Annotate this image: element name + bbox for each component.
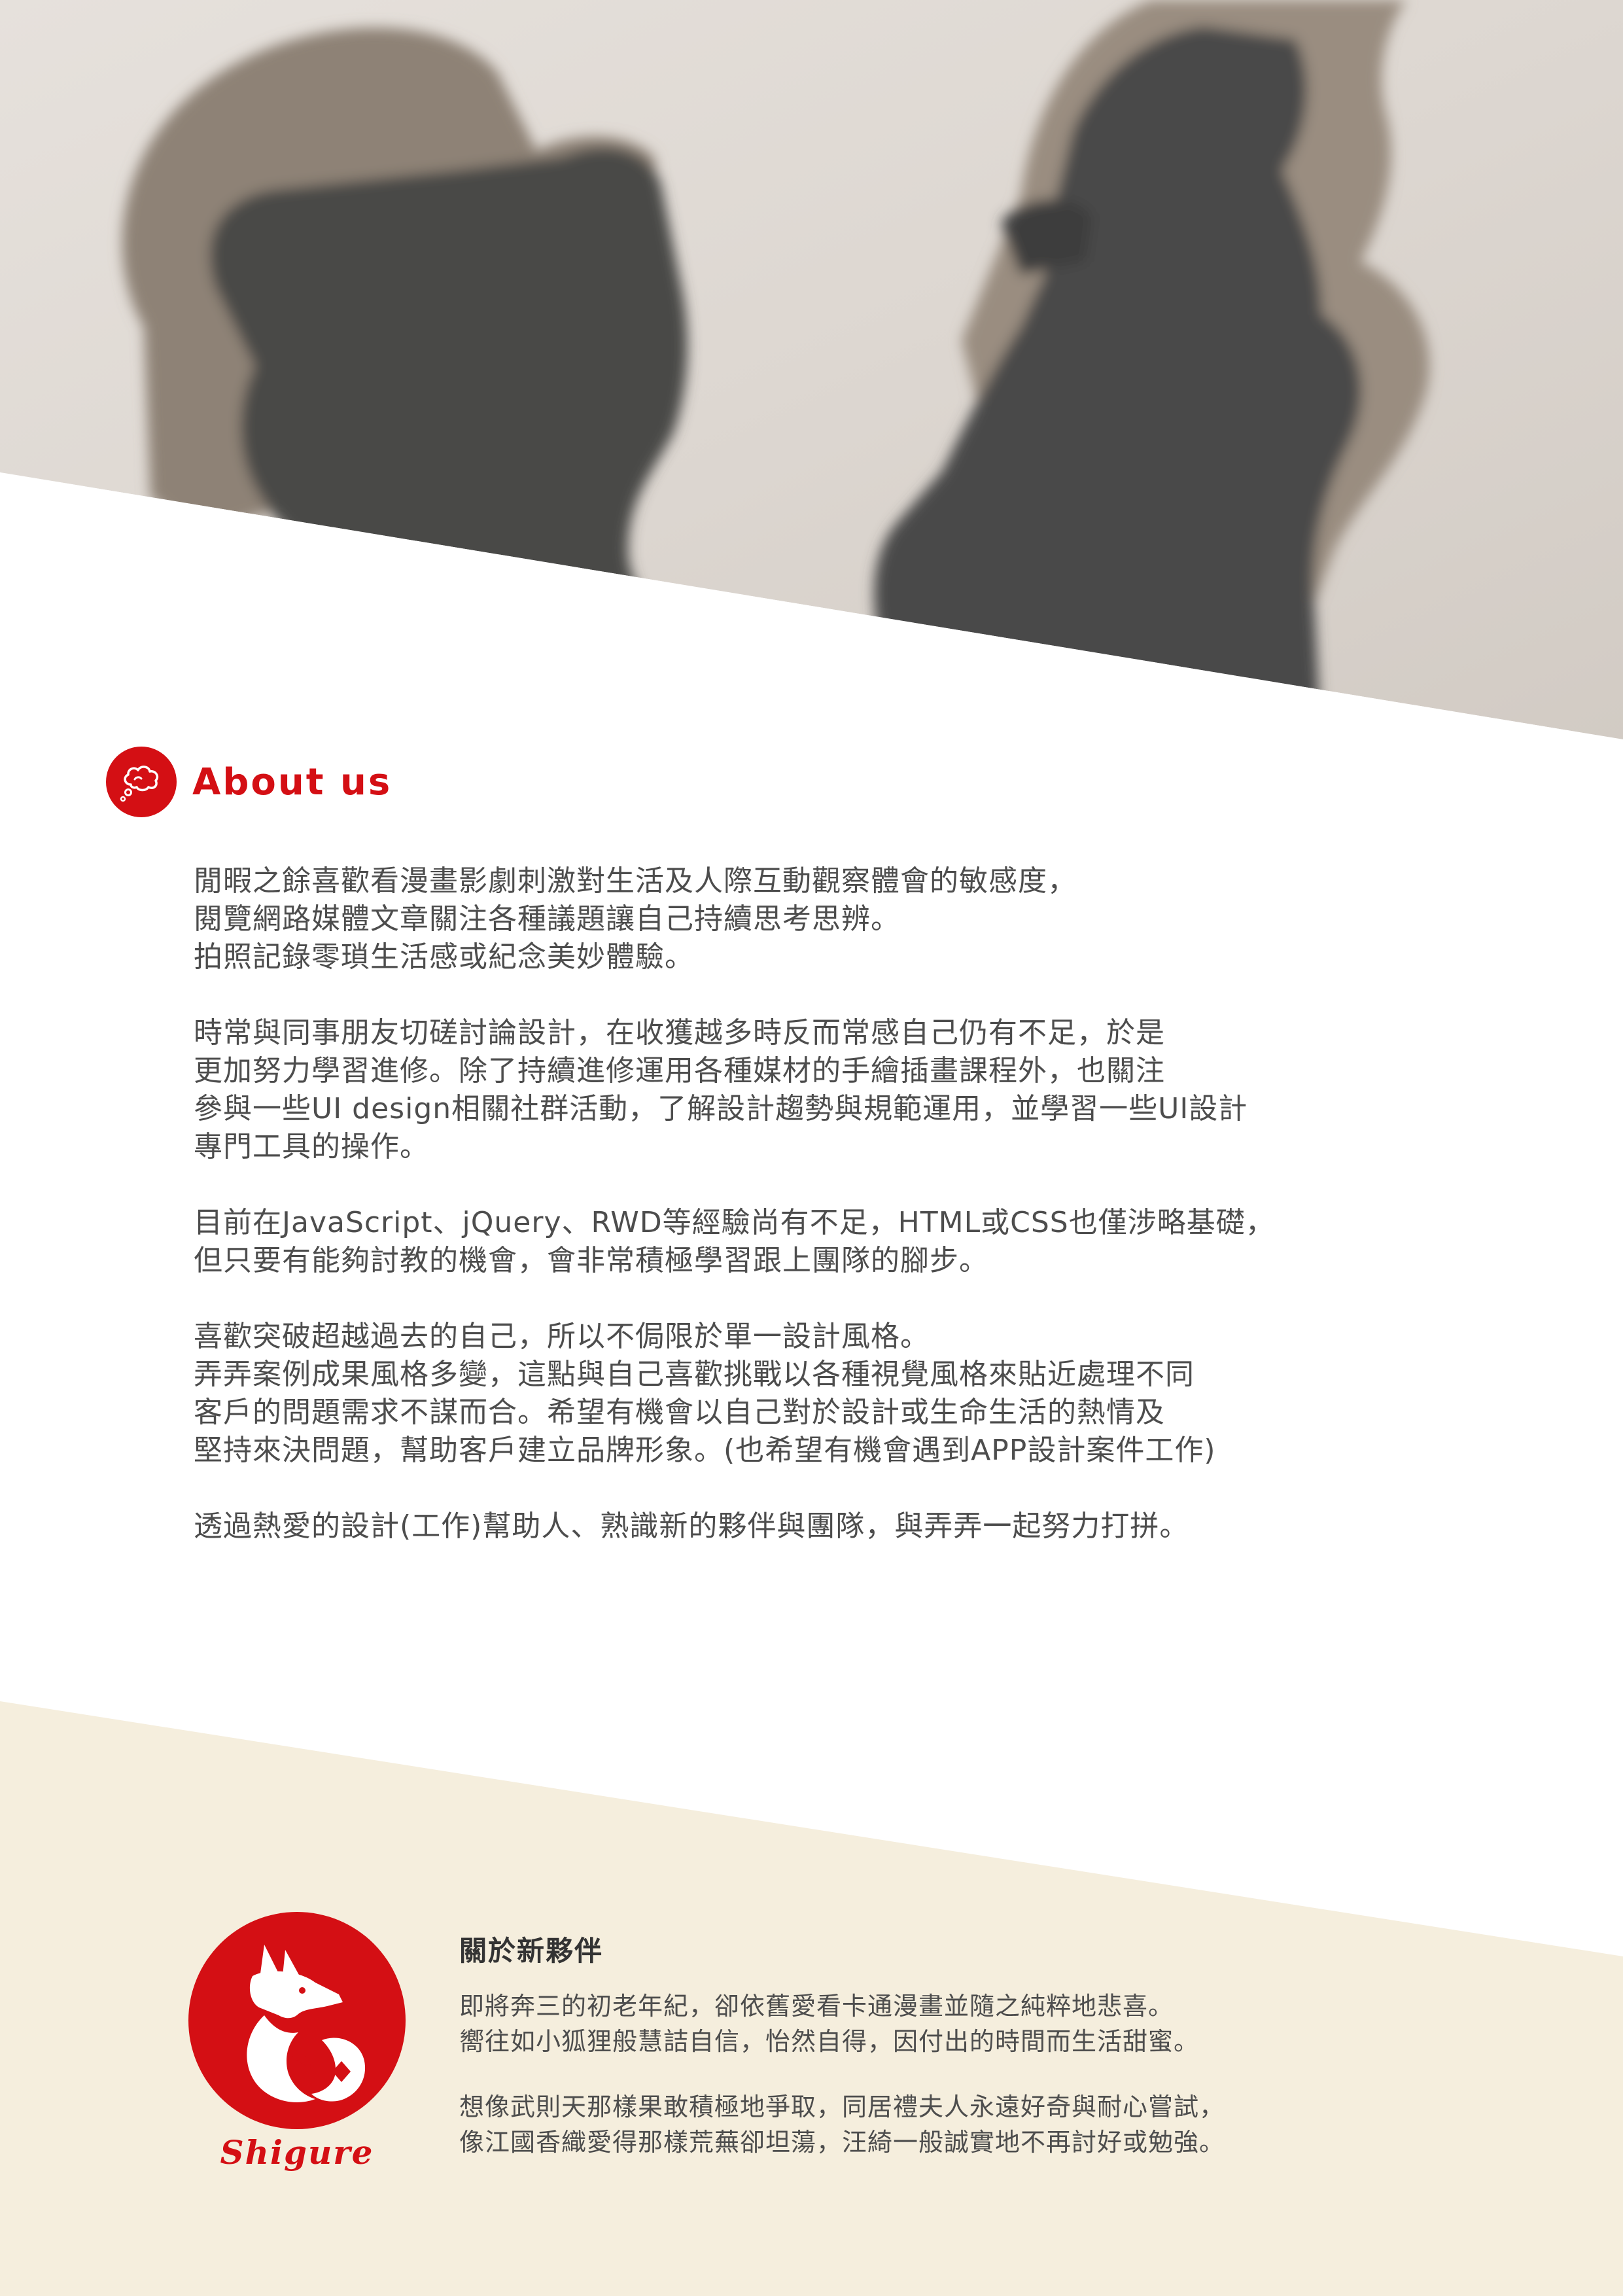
- text-line: 透過熱愛的設計(工作)幫助人、熟識新的夥伴與團隊，與弄弄一起努力打拼。: [194, 1510, 1189, 1543]
- about-paragraph: 閒暇之餘喜歡看漫畫影劇刺激對生活及人際互動觀察體會的敏感度， 閱覽網路媒體文章關…: [194, 862, 1476, 976]
- partner-paragraph: 即將奔三的初老年紀，卻依舊愛看卡通漫畫並隨之純粹地悲喜。 嚮往如小狐狸般慧詰自信…: [459, 1988, 1571, 2059]
- text-line: 專門工具的操作。: [194, 1130, 429, 1163]
- shadow-silhouettes-photo: [0, 0, 1623, 746]
- hero-photo: [0, 0, 1623, 746]
- text-line: 喜歡突破超越過去的自己，所以不侷限於單一設計風格。: [194, 1320, 930, 1353]
- thought-cloud-icon: [106, 747, 177, 817]
- logo-name: Shigure: [220, 2133, 374, 2172]
- text-line: 客戶的問題需求不謀而合。希望有機會以自己對於設計或生命生活的熱情及: [194, 1396, 1165, 1429]
- text-line: 像江國香織愛得那樣荒蕪卻坦蕩，汪綺一般誠實地不再討好或勉強。: [459, 2128, 1225, 2157]
- partner-logo: Shigure: [187, 1911, 407, 2172]
- text-line: 即將奔三的初老年紀，卻依舊愛看卡通漫畫並隨之純粹地悲喜。: [459, 1992, 1174, 2021]
- partner-paragraph: 想像武則天那樣果敢積極地爭取，同居禮夫人永遠好奇與耐心嘗試， 像江國香織愛得那樣…: [459, 2089, 1571, 2160]
- about-paragraph: 時常與同事朋友切磋討論設計，在收獲越多時反而常感自己仍有不足，於是 更加努力學習…: [194, 1014, 1476, 1166]
- fox-icon: [188, 1912, 406, 2129]
- partner-text: 關於新夥伴 即將奔三的初老年紀，卻依舊愛看卡通漫畫並隨之純粹地悲喜。 嚮往如小狐…: [459, 1929, 1571, 2190]
- text-line: 目前在JavaScript、jQuery、RWD等經驗尚有不足，HTML或CSS…: [194, 1206, 1275, 1239]
- text-line: 閱覽網路媒體文章關注各種議題讓自己持續思考思辨。: [194, 902, 900, 936]
- text-line: 拍照記錄零瑣生活感或紀念美妙體驗。: [194, 940, 694, 974]
- text-line: 想像武則天那樣果敢積極地爭取，同居禮夫人永遠好奇與耐心嘗試，: [459, 2093, 1225, 2121]
- about-title: About us: [192, 760, 393, 804]
- text-line: 閒暇之餘喜歡看漫畫影劇刺激對生活及人際互動觀察體會的敏感度，: [194, 864, 1077, 898]
- about-body: 閒暇之餘喜歡看漫畫影劇刺激對生活及人際互動觀察體會的敏感度， 閱覽網路媒體文章關…: [194, 862, 1476, 1583]
- about-paragraph: 透過熱愛的設計(工作)幫助人、熟識新的夥伴與團隊，與弄弄一起努力打拼。: [194, 1508, 1476, 1545]
- text-line: 嚮往如小狐狸般慧詰自信，怡然自得，因付出的時間而生活甜蜜。: [459, 2027, 1200, 2056]
- about-paragraph: 目前在JavaScript、jQuery、RWD等經驗尚有不足，HTML或CSS…: [194, 1204, 1476, 1280]
- text-line: 時常與同事朋友切磋討論設計，在收獲越多時反而常感自己仍有不足，於是: [194, 1016, 1165, 1050]
- partner-title: 關於新夥伴: [459, 1935, 604, 1967]
- about-paragraph: 喜歡突破超越過去的自己，所以不侷限於單一設計風格。 弄弄案例成果風格多變，這點與…: [194, 1318, 1476, 1470]
- text-line: 更加努力學習進修。除了持續進修運用各種媒材的手繪插畫課程外，也關注: [194, 1054, 1165, 1087]
- text-line: 堅持來決問題，幫助客戶建立品牌形象。(也希望有機會遇到APP設計案件工作): [194, 1434, 1216, 1467]
- about-heading: About us: [106, 746, 392, 818]
- text-line: 弄弄案例成果風格多變，這點與自己喜歡挑戰以各種視覺風格來貼近處理不同: [194, 1358, 1195, 1391]
- text-line: 參與一些UI design相關社群活動，了解設計趨勢與規範運用，並學習一些UI設…: [194, 1092, 1248, 1125]
- text-line: 但只要有能夠討教的機會，會非常積極學習跟上團隊的腳步。: [194, 1244, 988, 1277]
